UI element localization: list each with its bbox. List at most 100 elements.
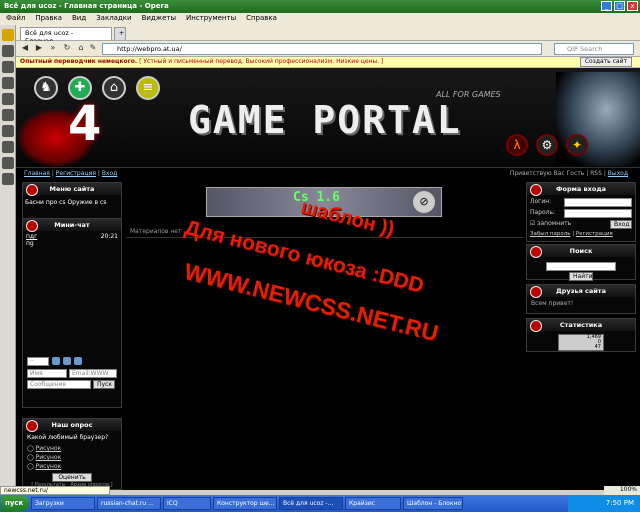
- remember-checkbox[interactable]: ☑ запомнить: [530, 220, 571, 229]
- poll-option[interactable]: ◯ Рисунок: [27, 444, 117, 453]
- crosshair-icon: ⊘: [413, 191, 435, 213]
- new-tab-button[interactable]: +: [114, 27, 126, 40]
- friends-block: Друзья сайта Всем привет!: [526, 284, 636, 314]
- transfers-icon[interactable]: [2, 77, 14, 89]
- archive-icon[interactable]: [74, 357, 82, 365]
- forgot-link[interactable]: Забыл пароль: [530, 231, 570, 237]
- taskbar: пуск Загрузки russian-chat.ru ... ICQ Ко…: [0, 495, 640, 512]
- menu-help[interactable]: Справка: [246, 14, 277, 24]
- widgets-icon[interactable]: [2, 45, 14, 57]
- clock[interactable]: 7:50 PM: [606, 499, 634, 507]
- menu-edit[interactable]: Правка: [35, 14, 62, 24]
- bookmarks-icon[interactable]: [2, 29, 14, 41]
- close-button[interactable]: x: [627, 1, 638, 11]
- info-icon[interactable]: [2, 157, 14, 169]
- windows-icon[interactable]: [2, 125, 14, 137]
- poll-vote-button[interactable]: Оценить: [52, 473, 92, 482]
- chat-user[interactable]: пдг: [26, 233, 37, 240]
- logo-number: 4: [68, 96, 102, 152]
- search-block: Поиск Найти: [526, 244, 636, 281]
- poll-option-label: Рисунок: [35, 463, 62, 470]
- refresh-icon[interactable]: [63, 357, 71, 365]
- task-constructor[interactable]: Конструктор ше...: [213, 497, 277, 510]
- password-label: Пароль:: [530, 209, 556, 216]
- tab-bar: Всё для ucoz - Главная... +: [16, 25, 640, 45]
- login-field[interactable]: [564, 198, 632, 207]
- chat-message-field[interactable]: Сообщение: [27, 380, 91, 389]
- site-search-field[interactable]: [546, 262, 616, 271]
- site-tagline: ALL FOR GAMES: [436, 90, 501, 99]
- search-title: Поиск: [527, 245, 635, 258]
- menu-widgets[interactable]: Виджеты: [142, 14, 176, 24]
- smile-icon[interactable]: [52, 357, 60, 365]
- menu-view[interactable]: Вид: [72, 14, 86, 24]
- crysis-icon: ✦: [566, 134, 588, 156]
- nav-logout-link[interactable]: Выход: [608, 170, 628, 177]
- task-icq[interactable]: ICQ: [163, 497, 211, 510]
- ad-headline[interactable]: Опытный переводчик немецкого.: [20, 58, 137, 65]
- system-tray: 7:50 PM: [568, 495, 640, 512]
- window-titlebar: Всё для ucoz - Главная страница - Opera: [0, 0, 640, 13]
- back-button[interactable]: ◀: [20, 43, 30, 54]
- gun-icon[interactable]: ≡: [136, 76, 160, 100]
- steam-icon: ⚙: [536, 134, 558, 156]
- start-button[interactable]: пуск: [1, 496, 29, 511]
- task-notepad[interactable]: Шаблон - Блокнот: [403, 497, 463, 510]
- site-menu-item[interactable]: Басни про cs Оружие в cs: [23, 195, 121, 210]
- remember-label: запомнить: [537, 220, 572, 227]
- reload-button[interactable]: ↻: [62, 43, 72, 54]
- chat-name-field[interactable]: Имя: [27, 369, 67, 378]
- wand-button[interactable]: ✎: [88, 43, 98, 54]
- minimize-button[interactable]: _: [601, 1, 612, 11]
- window-controls: _ □ x: [601, 1, 638, 11]
- task-russian-chat[interactable]: russian-chat.ru ...: [97, 497, 161, 510]
- poll-option[interactable]: ◯ Рисунок: [27, 453, 117, 462]
- menu-tools[interactable]: Инструменты: [186, 14, 236, 24]
- nav-register-link[interactable]: Регистрация: [56, 170, 96, 177]
- home-icon[interactable]: ⌂: [102, 76, 126, 100]
- site-logo-title: GAME PORTAL: [188, 98, 462, 142]
- minichat-title: Мини-чат: [23, 219, 121, 232]
- poll-option-label: Рисунок: [35, 454, 62, 461]
- create-site-button[interactable]: Создать сайт: [579, 57, 632, 67]
- task-opera[interactable]: Всё для ucoz -...: [279, 497, 343, 510]
- nav-home-link[interactable]: Главная: [24, 170, 50, 177]
- login-button[interactable]: Вход: [610, 220, 632, 229]
- add-panel-icon[interactable]: [2, 173, 14, 185]
- fast-forward-button[interactable]: »: [48, 43, 58, 54]
- chat-send-button[interactable]: Пуск: [93, 380, 115, 389]
- chat-dropdown[interactable]: ··: [27, 357, 49, 366]
- notes-icon[interactable]: [2, 61, 14, 73]
- address-input[interactable]: http://webpro.at.ua/: [102, 43, 542, 55]
- login-label: Логин:: [530, 198, 552, 205]
- chat-time: 20:21: [100, 233, 118, 240]
- forward-button[interactable]: ▶: [34, 43, 44, 54]
- password-field[interactable]: [564, 209, 632, 218]
- tab-active[interactable]: Всё для ucoz - Главная...: [20, 27, 112, 45]
- search-input[interactable]: QIP Search: [554, 43, 634, 55]
- stats-counter[interactable]: 1,469 0 47: [558, 334, 604, 351]
- login-title: Форма входа: [527, 183, 635, 196]
- maximize-button[interactable]: □: [614, 1, 625, 11]
- opera-side-panel: [0, 25, 16, 495]
- status-url: newcss.net.ru/: [0, 486, 110, 495]
- nav-login-link[interactable]: Вход: [102, 170, 118, 177]
- search-icon[interactable]: [2, 141, 14, 153]
- address-toolbar: ◀ ▶ » ↻ ⌂ ✎ http://webpro.at.ua/ QIP Sea…: [16, 41, 640, 57]
- poll-option[interactable]: ◯ Рисунок: [27, 462, 117, 471]
- menu-bookmarks[interactable]: Закладки: [96, 14, 131, 24]
- site-search-button[interactable]: Найти: [569, 272, 593, 281]
- zoom-level[interactable]: 100%: [604, 486, 640, 495]
- chat-email-field[interactable]: Email:WWW: [69, 369, 117, 378]
- minichat-block: Мини-чат пдг 20:21 пg ·· Имя Email:WWW С…: [22, 218, 122, 408]
- cs-soldier-icon[interactable]: ♞: [34, 76, 58, 100]
- register-link[interactable]: Регистрация: [576, 231, 613, 237]
- links-icon[interactable]: [2, 109, 14, 121]
- webpage: ♞ ✚ ⌂ ≡ 4 GAME PORTAL ALL FOR GAMES λ ⚙ …: [16, 68, 640, 490]
- task-downloads[interactable]: Загрузки: [31, 497, 95, 510]
- ad-text[interactable]: [ Устный и письменный перевод. Высокий п…: [139, 58, 383, 65]
- menu-file[interactable]: Файл: [6, 14, 25, 24]
- history-icon[interactable]: [2, 93, 14, 105]
- home-button[interactable]: ⌂: [76, 43, 86, 54]
- task-crysis[interactable]: Крайзис: [345, 497, 401, 510]
